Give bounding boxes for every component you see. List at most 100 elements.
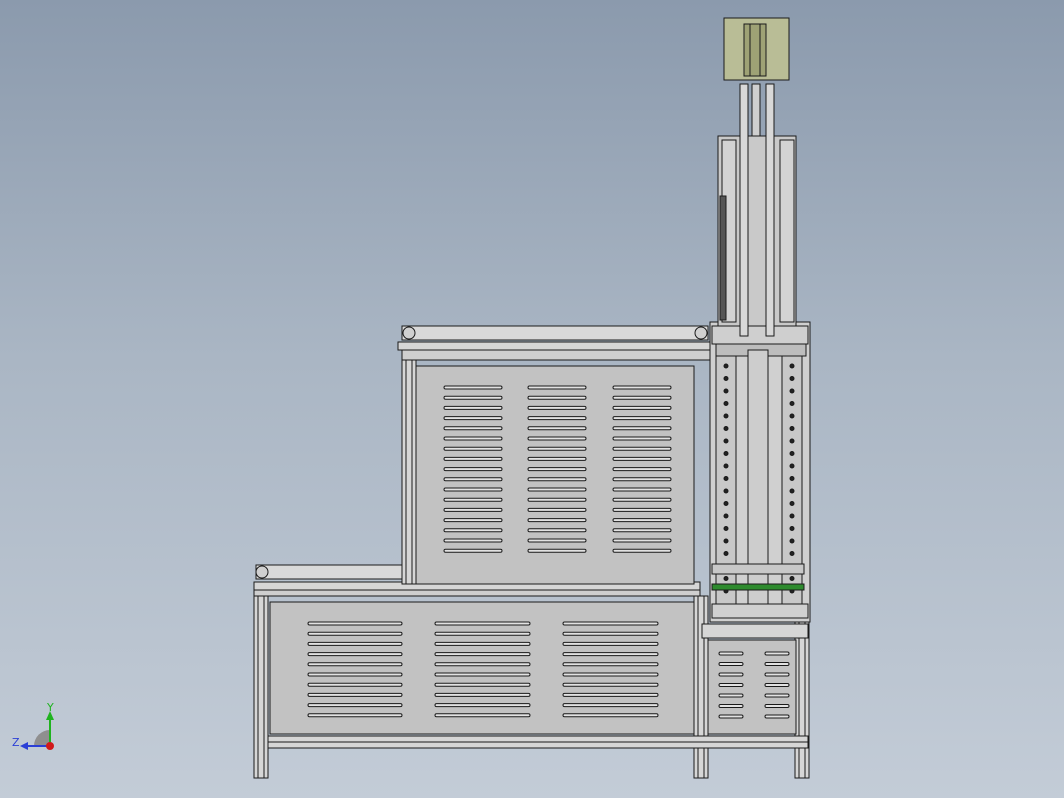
rod-hole [723, 426, 729, 431]
vent-slot [434, 692, 531, 697]
lower-mid-post [693, 595, 709, 779]
upper-conveyor-roller-right [694, 326, 708, 340]
cad-viewport[interactable]: Y Z [0, 0, 1064, 798]
vent-slot [764, 672, 790, 677]
vent-slot [764, 651, 790, 656]
vent-slot [612, 467, 672, 472]
vent-slot [612, 416, 672, 421]
vent-slot [443, 385, 503, 390]
rod-hole [723, 526, 729, 531]
vent-slot [443, 487, 503, 492]
vent-slot [443, 456, 503, 461]
vent-slot [562, 641, 659, 646]
vent-slot [527, 467, 587, 472]
vent-slot [443, 405, 503, 410]
press-column [709, 17, 811, 623]
vent-slot [443, 548, 503, 553]
vent-slot [443, 395, 503, 400]
rod-hole [789, 451, 795, 456]
vent-slot [307, 662, 403, 667]
rod-hole [789, 513, 795, 519]
rod-hole [723, 438, 729, 444]
guide-rod-center [747, 349, 769, 619]
vent-slot [612, 446, 672, 451]
rod-hole [723, 463, 729, 469]
vent-slot [527, 446, 587, 451]
vent-slot [562, 682, 659, 687]
rod-hole [723, 413, 729, 419]
rod-hole [723, 363, 729, 369]
rod-hole [723, 551, 729, 556]
rod-hole [789, 551, 795, 556]
y-axis-label: Y [46, 701, 54, 714]
vent-slot [612, 385, 672, 390]
vent-slot [562, 703, 659, 708]
vent-slot [527, 507, 587, 512]
rod-hole [723, 451, 729, 456]
vent-slot [612, 456, 672, 461]
vent-slot [434, 662, 531, 667]
vent-slot [434, 631, 531, 636]
vent-slot [764, 704, 790, 708]
vent-slot [443, 446, 503, 451]
vent-slot [612, 436, 672, 441]
vent-slot [443, 497, 503, 502]
vent-slot [718, 693, 744, 698]
vent-slot [307, 641, 403, 646]
vent-slot [764, 683, 790, 687]
rod-hole [789, 363, 795, 369]
rod-hole [789, 401, 795, 406]
vent-slot [307, 621, 403, 626]
vent-slot [612, 497, 672, 502]
vent-slot [562, 713, 659, 718]
vent-slot [718, 683, 744, 687]
vent-slot [434, 682, 531, 687]
vent-slot [527, 497, 587, 502]
vent-slot [443, 467, 503, 472]
vent-slot [527, 385, 587, 390]
rod-hole [789, 488, 795, 494]
rod-hole [723, 388, 729, 394]
vent-slot [562, 662, 659, 667]
vent-slot [434, 652, 531, 657]
vent-slot [443, 416, 503, 421]
vent-slot [718, 651, 744, 656]
vent-slot [443, 426, 503, 431]
z-axis-arrow [20, 742, 28, 750]
rod-hole [723, 476, 729, 481]
upper-cabinet [397, 325, 711, 585]
vent-slot [527, 395, 587, 400]
upper-top-rail [397, 341, 711, 351]
vent-slot [562, 621, 659, 626]
upper-conveyor-roller-left [402, 326, 416, 340]
vent-slot [527, 487, 587, 492]
vent-slot [527, 405, 587, 410]
vent-slot [718, 662, 744, 666]
vent-slot [527, 456, 587, 461]
vent-slot [612, 426, 672, 431]
vent-slot [718, 672, 744, 677]
vent-slot [527, 548, 587, 553]
z-axis-label: Z [12, 736, 20, 749]
vent-slot [443, 507, 503, 512]
vent-slot [307, 682, 403, 687]
cable-strip [719, 195, 727, 321]
vent-slot [434, 672, 531, 677]
x-axis-dot [46, 742, 54, 750]
vent-slot [527, 538, 587, 543]
vent-slot [562, 692, 659, 697]
green-press-plate [711, 563, 805, 575]
rod-hole [789, 538, 795, 544]
machine-drawing: Y Z [12, 17, 811, 779]
vent-slot [612, 405, 672, 410]
rod-hole [789, 576, 795, 581]
vent-slot [612, 395, 672, 400]
lower-right-post [794, 619, 810, 779]
rod-hole [723, 488, 729, 494]
vent-slot [612, 518, 672, 523]
vent-slot [307, 692, 403, 697]
rod-hole [789, 476, 795, 481]
vent-slot [764, 662, 790, 666]
rod-hole [789, 501, 795, 506]
vent-slot [434, 641, 531, 646]
